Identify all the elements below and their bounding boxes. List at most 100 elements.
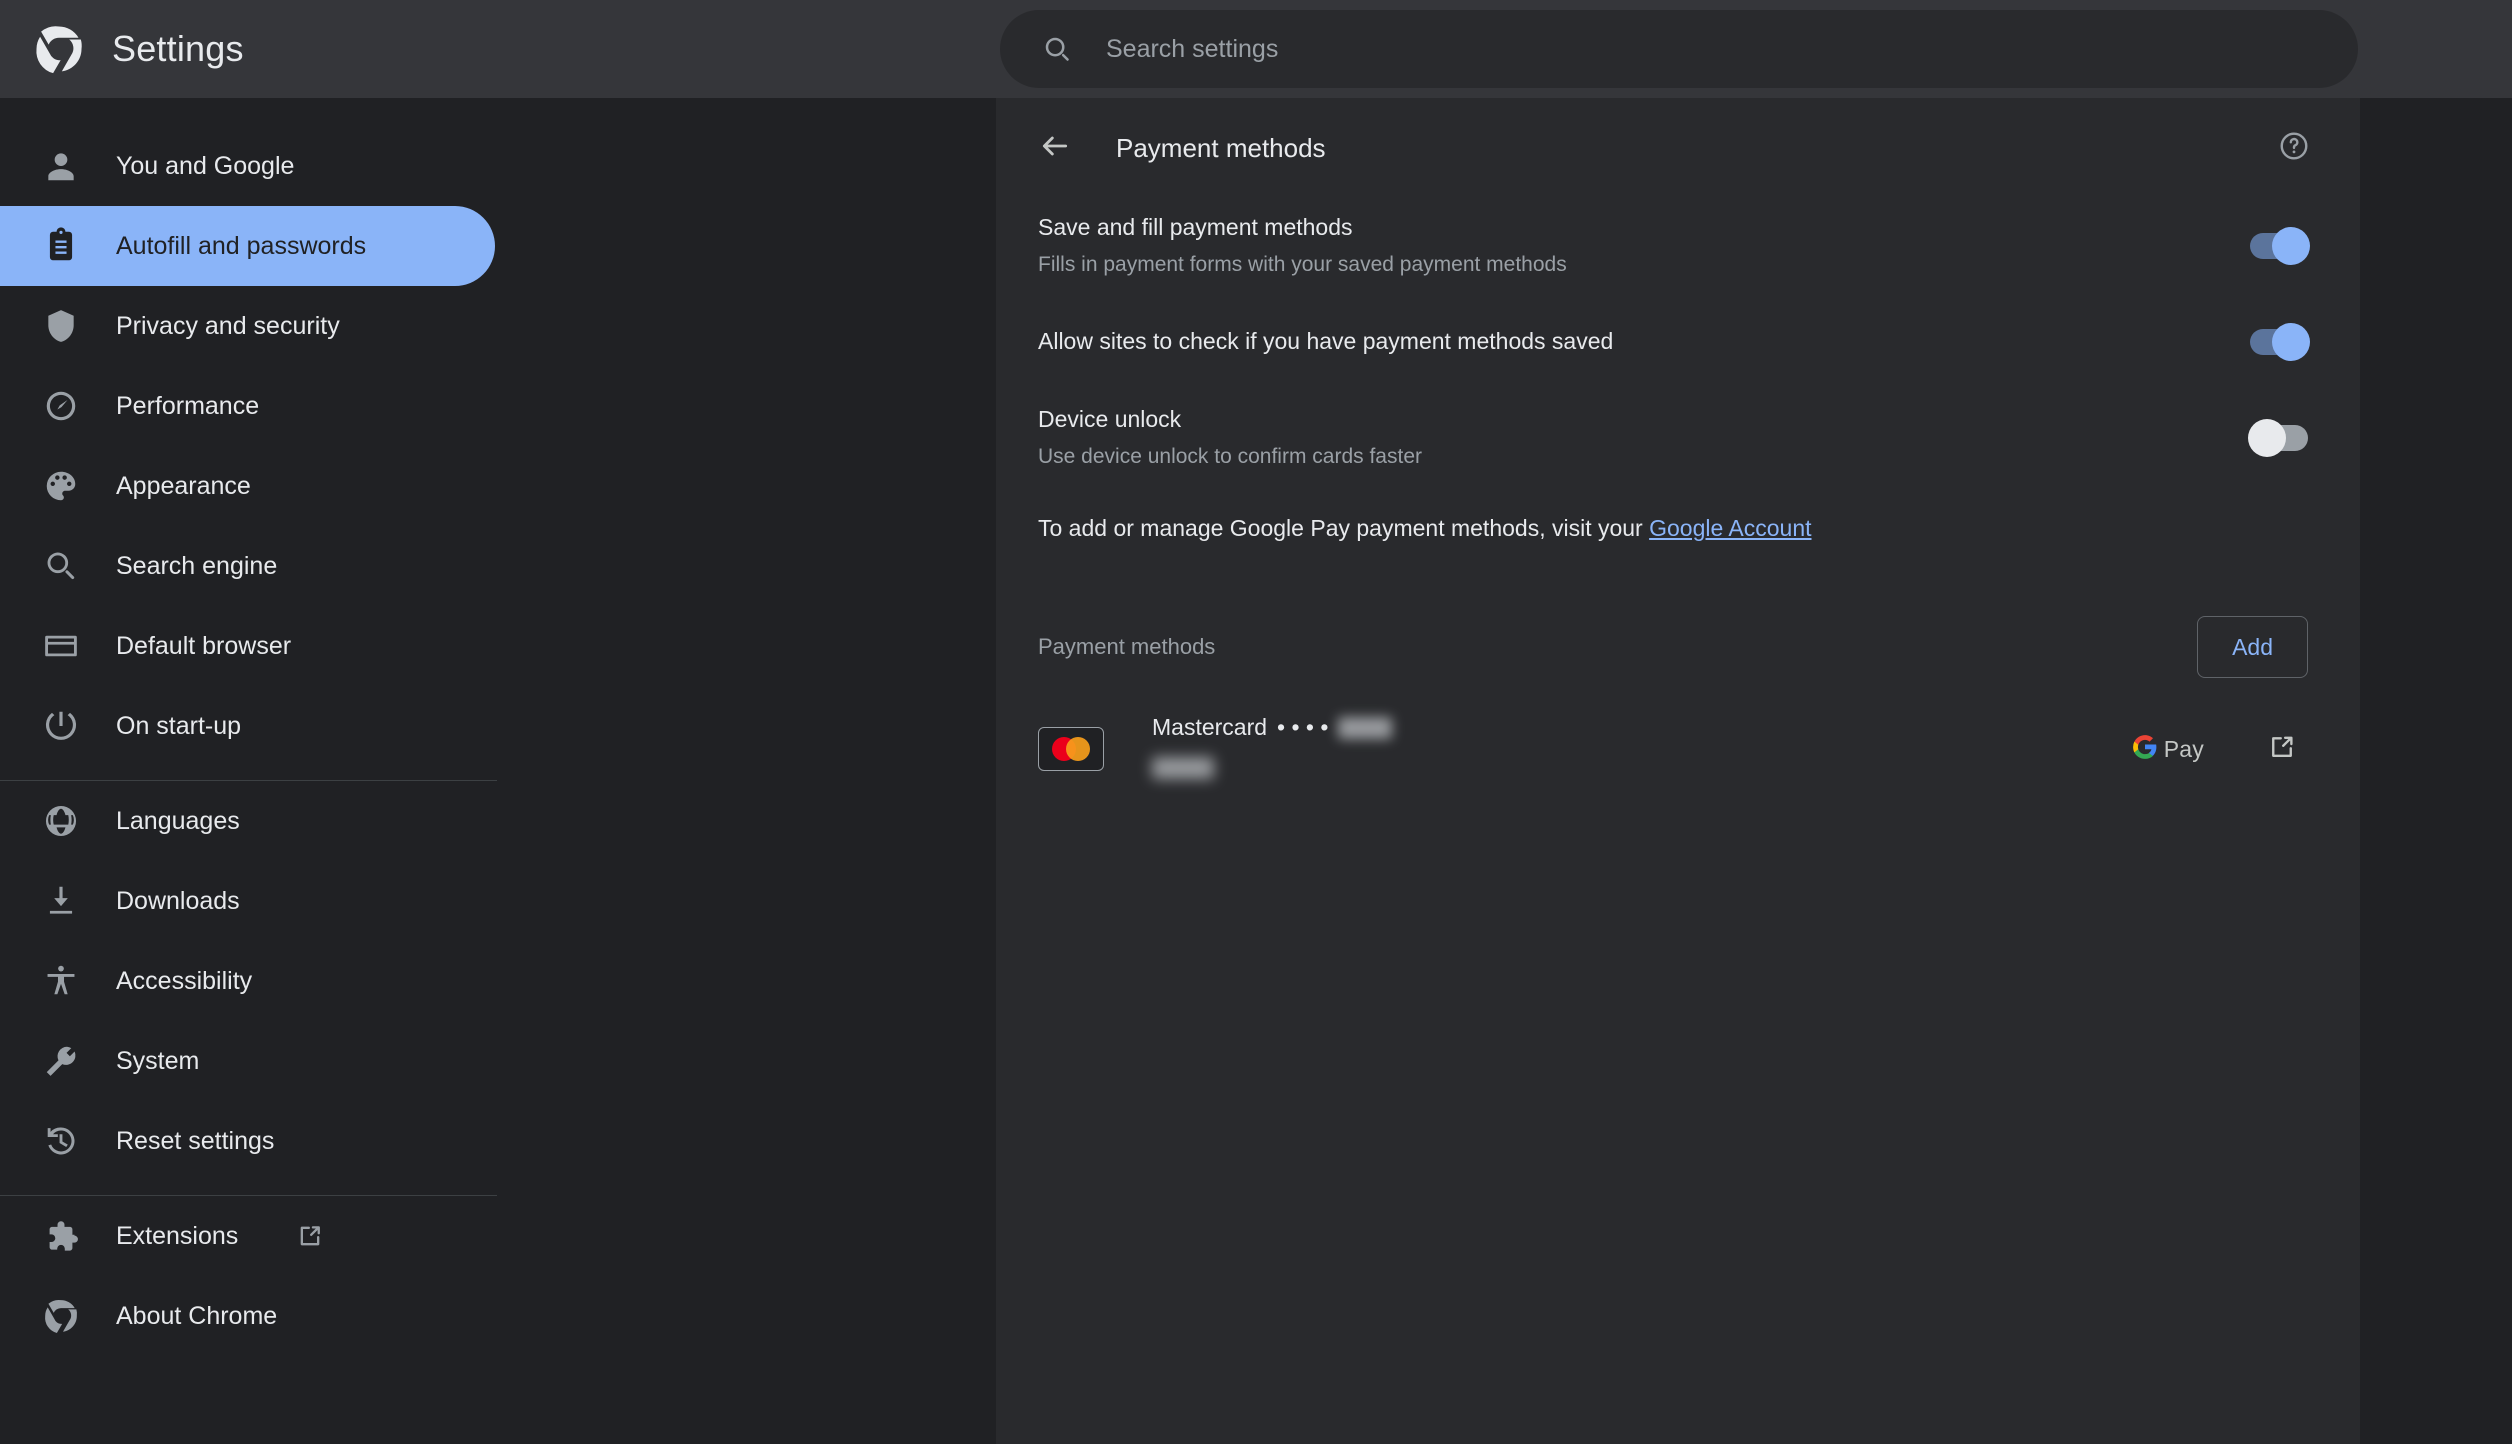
card-expiry-redacted	[1152, 757, 1214, 780]
sidebar-item-appearance[interactable]: Appearance	[0, 446, 495, 526]
shield-icon	[42, 307, 80, 345]
toggle-device-unlock[interactable]	[2248, 419, 2308, 457]
sidebar-item-privacy-and-security[interactable]: Privacy and security	[0, 286, 495, 366]
content-header: Payment methods	[996, 98, 2360, 198]
pref-row-allow-sites-check: Allow sites to check if you have payment…	[1038, 294, 2310, 390]
payment-method-info: Mastercard • • • •	[1152, 714, 2132, 784]
content-body: Save and fill payment methods Fills in p…	[996, 198, 2360, 802]
sidebar: You and Google Autofill and passwords Pr…	[0, 98, 996, 1444]
pref-title: Device unlock	[1038, 406, 1182, 433]
back-button[interactable]	[1024, 117, 1086, 179]
google-pay-note-text: To add or manage Google Pay payment meth…	[1038, 515, 1650, 541]
content-panel: Payment methods Save and fill payment me…	[996, 98, 2360, 1444]
toggle-knob	[2272, 323, 2310, 361]
pref-text: Save and fill payment methods Fills in p…	[1038, 212, 2250, 279]
speedometer-icon	[42, 387, 80, 425]
payment-method-title: Mastercard • • • •	[1152, 714, 2132, 741]
sidebar-item-you-and-google[interactable]: You and Google	[0, 126, 495, 206]
sidebar-item-label: Downloads	[116, 886, 240, 915]
card-mask-dots: • • • •	[1277, 714, 1329, 741]
sidebar-item-label: Performance	[116, 391, 260, 420]
sidebar-item-label: Extensions	[116, 1221, 239, 1250]
browser-window-icon	[42, 627, 80, 665]
wrench-icon	[42, 1042, 80, 1080]
pref-text: Allow sites to check if you have payment…	[1038, 326, 2250, 357]
card-network-label: Mastercard	[1152, 714, 1268, 741]
google-pay-label: Pay	[2163, 735, 2204, 762]
history-restore-icon	[42, 1122, 80, 1160]
sidebar-item-label: Accessibility	[116, 966, 253, 995]
sidebar-group-main: You and Google Autofill and passwords Pr…	[0, 126, 996, 780]
sidebar-item-performance[interactable]: Performance	[0, 366, 495, 446]
google-pay-badge: Pay	[2132, 734, 2204, 765]
sidebar-item-downloads[interactable]: Downloads	[0, 861, 495, 941]
mastercard-logo-icon	[1038, 727, 1104, 772]
palette-icon	[42, 467, 80, 505]
toggle-save-and-fill[interactable]	[2250, 227, 2310, 265]
sidebar-item-label: On start-up	[116, 711, 242, 740]
sidebar-item-label: Appearance	[116, 471, 251, 500]
globe-icon	[42, 802, 80, 840]
sidebar-item-label: You and Google	[116, 151, 295, 180]
search-input[interactable]	[1106, 10, 2358, 88]
google-g-icon	[2132, 734, 2158, 765]
sidebar-item-label: Search engine	[116, 551, 278, 580]
magnifier-icon	[42, 547, 80, 585]
google-pay-note: To add or manage Google Pay payment meth…	[1038, 486, 2308, 574]
sidebar-item-label: Autofill and passwords	[116, 231, 367, 260]
sidebar-item-about-chrome[interactable]: About Chrome	[0, 1276, 495, 1356]
toggle-allow-sites-check[interactable]	[2250, 323, 2310, 361]
pref-subtitle: Use device unlock to confirm cards faste…	[1038, 445, 1422, 469]
payment-method-actions: Pay	[2132, 723, 2308, 775]
sidebar-group-footer: Extensions About Chrome	[0, 1196, 996, 1370]
sidebar-item-autofill-and-passwords[interactable]: Autofill and passwords	[0, 206, 495, 286]
sidebar-item-on-start-up[interactable]: On start-up	[0, 686, 495, 766]
payment-methods-section-header: Payment methods Add	[1038, 574, 2308, 696]
top-bar: Settings	[0, 0, 2512, 98]
help-circle-icon	[2278, 130, 2310, 167]
chrome-logo-icon	[42, 1297, 80, 1335]
sidebar-item-accessibility[interactable]: Accessibility	[0, 941, 495, 1021]
pref-title: Allow sites to check if you have payment…	[1038, 328, 1614, 355]
arrow-left-icon	[1039, 130, 1071, 167]
sidebar-item-label: System	[116, 1046, 200, 1075]
sidebar-item-search-engine[interactable]: Search engine	[0, 526, 495, 606]
payment-method-row[interactable]: Mastercard • • • • Pay	[1038, 696, 2308, 802]
sidebar-item-default-browser[interactable]: Default browser	[0, 606, 495, 686]
pref-text: Device unlock Use device unlock to confi…	[1038, 404, 2250, 471]
external-link-icon	[2267, 732, 2297, 767]
pref-row-device-unlock: Device unlock Use device unlock to confi…	[1038, 390, 2308, 486]
search-box[interactable]	[1000, 10, 2358, 88]
pref-subtitle: Fills in payment forms with your saved p…	[1038, 253, 1567, 277]
download-icon	[42, 882, 80, 920]
add-payment-method-button[interactable]: Add	[2197, 616, 2308, 679]
accessibility-icon	[42, 962, 80, 1000]
sidebar-item-label: About Chrome	[116, 1301, 278, 1330]
toggle-knob	[2272, 227, 2310, 265]
help-button[interactable]	[2266, 120, 2322, 176]
sidebar-item-reset-settings[interactable]: Reset settings	[0, 1101, 495, 1181]
right-gutter	[2360, 98, 2512, 1444]
pref-row-save-and-fill: Save and fill payment methods Fills in p…	[1038, 198, 2310, 294]
page-title: Settings	[112, 28, 244, 69]
chrome-logo-icon	[32, 22, 86, 76]
google-account-link[interactable]: Google Account	[1649, 515, 1811, 541]
card-number-redacted	[1338, 716, 1393, 739]
external-link-icon	[296, 1222, 324, 1250]
power-icon	[42, 707, 80, 745]
sidebar-item-extensions[interactable]: Extensions	[0, 1196, 495, 1276]
person-icon	[42, 147, 80, 185]
sidebar-item-languages[interactable]: Languages	[0, 781, 495, 861]
search-icon	[1042, 34, 1072, 64]
payment-method-subtitle	[1152, 741, 2132, 784]
sidebar-group-advanced: Languages Downloads Accessibility System	[0, 781, 996, 1195]
clipboard-icon	[42, 227, 80, 265]
toggle-knob	[2248, 419, 2286, 457]
sidebar-item-system[interactable]: System	[0, 1021, 495, 1101]
sidebar-item-label: Privacy and security	[116, 311, 340, 340]
puzzle-icon	[42, 1217, 80, 1255]
pref-title: Save and fill payment methods	[1038, 214, 1353, 241]
sidebar-item-label: Languages	[116, 806, 240, 835]
open-payment-method-button[interactable]	[2256, 723, 2308, 775]
brand: Settings	[32, 22, 592, 76]
